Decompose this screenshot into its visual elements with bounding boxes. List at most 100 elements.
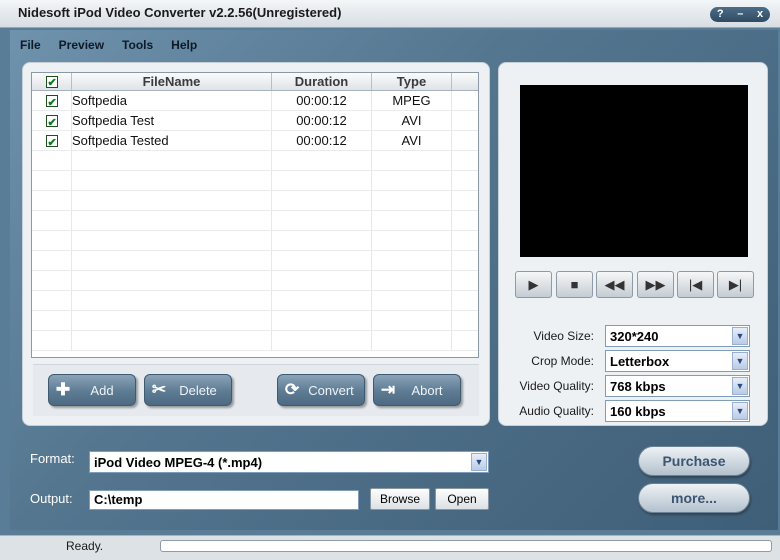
table-row[interactable]: Softpedia Tested 00:00:12 AVI bbox=[32, 131, 478, 153]
video-quality-label: Video Quality: bbox=[519, 379, 595, 393]
file-table: FileName Duration Type Softpedia 00:00:1… bbox=[31, 72, 479, 358]
table-row[interactable]: Softpedia Test 00:00:12 AVI bbox=[32, 111, 478, 133]
empty-cell bbox=[372, 151, 452, 170]
row-duration: 00:00:12 bbox=[272, 111, 372, 130]
rewind-icon[interactable]: ◀◀ bbox=[596, 271, 633, 298]
menu-file[interactable]: File bbox=[20, 38, 41, 52]
table-row[interactable]: Softpedia 00:00:12 MPEG bbox=[32, 91, 478, 113]
empty-cell bbox=[272, 271, 372, 290]
window-title: Nidesoft iPod Video Converter v2.2.56(Un… bbox=[18, 5, 342, 20]
minimize-button[interactable]: – bbox=[737, 7, 743, 22]
menu-help[interactable]: Help bbox=[171, 38, 197, 52]
browse-button[interactable]: Browse bbox=[370, 488, 430, 510]
select-all-checkbox[interactable] bbox=[45, 74, 58, 92]
status-text: Ready. bbox=[66, 539, 104, 553]
empty-cell bbox=[272, 191, 372, 210]
format-label: Format: bbox=[30, 451, 75, 466]
audio-quality-label: Audio Quality: bbox=[519, 404, 594, 418]
audio-quality-value: 160 kbps bbox=[610, 404, 666, 419]
row-checkbox[interactable] bbox=[45, 113, 58, 133]
convert-icon: ⟳ bbox=[284, 380, 300, 399]
skip-start-icon[interactable]: |◀ bbox=[677, 271, 714, 298]
header-duration[interactable]: Duration bbox=[272, 73, 372, 90]
add-button[interactable]: ✚ Add bbox=[48, 374, 136, 406]
empty-cell bbox=[272, 251, 372, 270]
empty-cell bbox=[32, 151, 72, 170]
delete-button[interactable]: ✂ Delete bbox=[144, 374, 232, 406]
format-select[interactable]: iPod Video MPEG-4 (*.mp4) ▼ bbox=[89, 451, 489, 473]
video-size-select[interactable]: 320*240 ▼ bbox=[605, 325, 750, 347]
empty-row bbox=[32, 311, 478, 331]
row-checkbox[interactable] bbox=[45, 93, 58, 113]
convert-button[interactable]: ⟳ Convert bbox=[277, 374, 365, 406]
empty-cell bbox=[272, 171, 372, 190]
format-value: iPod Video MPEG-4 (*.mp4) bbox=[94, 455, 263, 470]
empty-cell bbox=[372, 211, 452, 230]
convert-label: Convert bbox=[308, 382, 354, 398]
play-icon[interactable]: ▶ bbox=[515, 271, 552, 298]
empty-row bbox=[32, 211, 478, 231]
output-path-field[interactable]: C:\temp bbox=[89, 490, 359, 510]
empty-cell bbox=[72, 231, 272, 250]
row-checkbox-cell bbox=[32, 91, 72, 113]
title-bar: Nidesoft iPod Video Converter v2.2.56(Un… bbox=[0, 0, 780, 28]
chevron-down-icon: ▼ bbox=[732, 377, 748, 395]
crop-mode-select[interactable]: Letterbox ▼ bbox=[605, 350, 750, 372]
empty-cell bbox=[72, 191, 272, 210]
chevron-down-icon: ▼ bbox=[732, 327, 748, 345]
fast-forward-icon[interactable]: ▶▶ bbox=[637, 271, 674, 298]
empty-cell bbox=[272, 291, 372, 310]
close-button[interactable]: x bbox=[757, 7, 763, 22]
empty-row bbox=[32, 291, 478, 311]
empty-cell bbox=[372, 291, 452, 310]
empty-cell bbox=[72, 331, 272, 350]
stop-icon[interactable]: ■ bbox=[556, 271, 593, 298]
empty-row bbox=[32, 271, 478, 291]
video-quality-select[interactable]: 768 kbps ▼ bbox=[605, 375, 750, 397]
video-preview bbox=[520, 85, 748, 257]
header-filename[interactable]: FileName bbox=[72, 73, 272, 90]
empty-cell bbox=[372, 331, 452, 350]
empty-cell bbox=[72, 291, 272, 310]
empty-cell bbox=[32, 271, 72, 290]
video-size-value: 320*240 bbox=[610, 329, 659, 344]
crop-mode-label: Crop Mode: bbox=[531, 354, 594, 368]
empty-cell bbox=[32, 331, 72, 350]
row-checkbox-cell bbox=[32, 111, 72, 133]
open-button[interactable]: Open bbox=[435, 488, 489, 510]
row-filename: Softpedia Tested bbox=[72, 131, 272, 150]
purchase-button[interactable]: Purchase bbox=[638, 446, 750, 476]
menu-tools[interactable]: Tools bbox=[122, 38, 153, 52]
skip-end-icon[interactable]: ▶| bbox=[717, 271, 754, 298]
empty-row bbox=[32, 151, 478, 171]
chevron-down-icon: ▼ bbox=[471, 453, 487, 471]
help-button[interactable]: ? bbox=[717, 7, 724, 22]
more-button[interactable]: more... bbox=[638, 483, 750, 513]
add-icon: ✚ bbox=[55, 380, 71, 399]
empty-cell bbox=[72, 151, 272, 170]
row-checkbox[interactable] bbox=[45, 133, 58, 153]
video-quality-value: 768 kbps bbox=[610, 379, 666, 394]
empty-cell bbox=[32, 191, 72, 210]
empty-cell bbox=[32, 171, 72, 190]
row-type: AVI bbox=[372, 111, 452, 130]
abort-icon: ⇥ bbox=[380, 380, 396, 399]
output-label: Output: bbox=[30, 491, 73, 506]
empty-cell bbox=[32, 291, 72, 310]
header-type[interactable]: Type bbox=[372, 73, 452, 90]
audio-quality-select[interactable]: 160 kbps ▼ bbox=[605, 400, 750, 422]
empty-cell bbox=[72, 211, 272, 230]
abort-button[interactable]: ⇥ Abort bbox=[373, 374, 461, 406]
empty-cell bbox=[372, 231, 452, 250]
delete-icon: ✂ bbox=[151, 380, 167, 399]
empty-cell bbox=[32, 211, 72, 230]
window-controls: ? – x bbox=[710, 7, 770, 22]
empty-cell bbox=[272, 311, 372, 330]
crop-mode-value: Letterbox bbox=[610, 354, 670, 369]
select-all-header bbox=[32, 73, 72, 92]
header-filler bbox=[452, 73, 478, 90]
menu-preview[interactable]: Preview bbox=[59, 38, 104, 52]
empty-cell bbox=[32, 251, 72, 270]
row-duration: 00:00:12 bbox=[272, 131, 372, 150]
empty-cell bbox=[32, 231, 72, 250]
